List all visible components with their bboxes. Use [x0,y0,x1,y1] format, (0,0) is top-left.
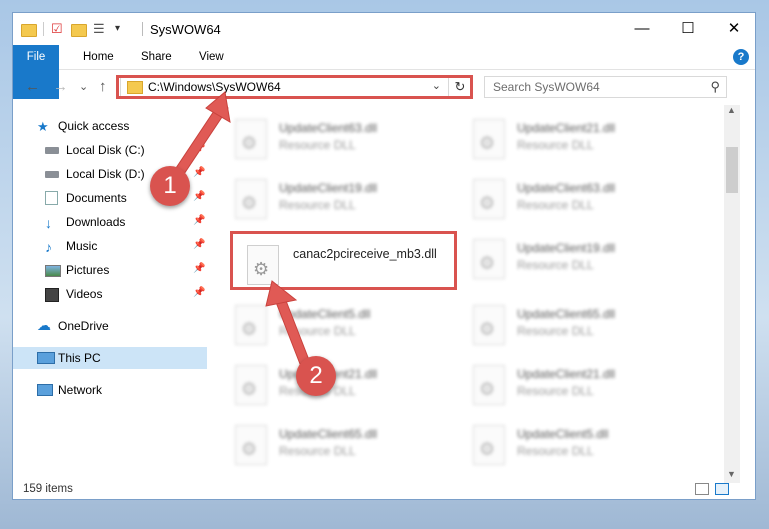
step-badge-1: 1 [150,166,190,206]
arrow-2-head [265,280,298,307]
step-badge-2: 2 [296,356,336,396]
annotation-arrows [175,91,310,365]
